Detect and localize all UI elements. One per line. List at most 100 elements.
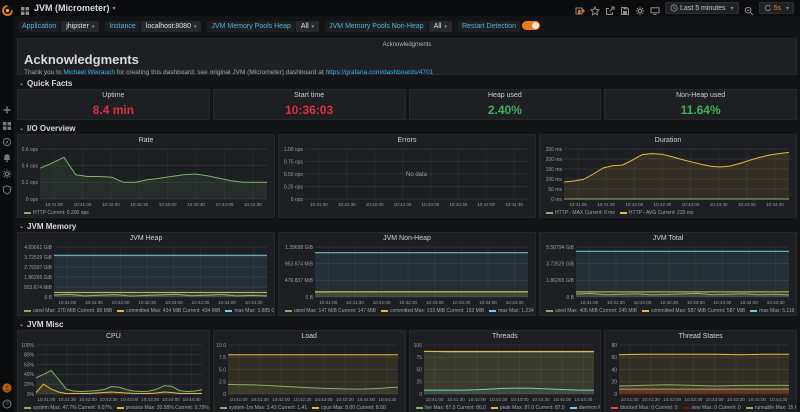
legend-item[interactable]: used Max: 147 MiB Current: 147 MiB (285, 308, 376, 314)
panel-title[interactable]: Uptime (18, 90, 209, 101)
share-icon[interactable] (605, 3, 615, 13)
svg-text:10:41:30: 10:41:30 (642, 397, 660, 402)
svg-text:10:43:30: 10:43:30 (452, 300, 470, 305)
panel-title[interactable]: Heap used (410, 90, 601, 101)
page-title[interactable]: JVM (Micrometer) (34, 3, 110, 13)
thread-states-chart[interactable]: 02040608010:41:0010:41:3010:42:0010:42:3… (605, 342, 796, 403)
legend-item[interactable]: HTTP - MAX Current: 0 ms (546, 210, 615, 216)
panel-title[interactable]: Thread States (605, 331, 796, 342)
load-chart[interactable]: 02.55.07.510.010:41:0010:41:3010:42:0010… (214, 342, 405, 403)
jvm-heap-chart[interactable]: 0 B953.674 MiB1.86265 GiB2.79397 GiB3.72… (18, 244, 274, 306)
time-range-picker[interactable]: Last 5 minutes ▾ (665, 2, 739, 14)
legend-item[interactable]: HTTP Current: 0.200 ops (24, 210, 89, 216)
legend-item[interactable]: used Max: 270 MiB Current: 98 MiB (24, 308, 112, 314)
legend-item[interactable]: cpus Max: 8.00 Current: 8.00 (312, 405, 385, 411)
zoom-out-icon[interactable] (744, 3, 754, 13)
panel-title[interactable]: JVM Heap (18, 233, 274, 244)
panel-title[interactable]: Start time (214, 90, 405, 101)
variable-application-value: jhipster (66, 23, 89, 30)
legend-item[interactable]: daemon Max: 9.0 Current: 8.0 (570, 405, 601, 411)
legend-item[interactable]: HTTP - AVG Current: 233 ms (620, 210, 694, 216)
panel-title[interactable]: CPU (18, 331, 209, 342)
svg-text:10:41:30: 10:41:30 (251, 397, 269, 402)
star-icon[interactable] (590, 3, 600, 13)
cycle-view-tv-icon[interactable] (650, 3, 660, 13)
author-link[interactable]: Michael Weirauch (63, 69, 115, 76)
grafana-logo-icon[interactable] (2, 3, 13, 21)
legend-item[interactable]: committed Max: 153 MiB Current: 153 MiB (381, 308, 484, 314)
threads-chart[interactable]: 025507510010:41:0010:41:3010:42:0010:42:… (410, 342, 601, 403)
variable-application-dropdown[interactable]: jhipster▾ (61, 21, 99, 32)
row-header-quick-facts[interactable]: ⌄ Quick Facts (17, 78, 797, 89)
svg-text:0 ms: 0 ms (551, 197, 562, 203)
cpu-chart[interactable]: 0%20%40%60%80%100%10:41:0010:41:3010:42:… (18, 342, 209, 403)
panel-title[interactable]: JVM Total (540, 233, 796, 244)
legend-item[interactable]: system Max: 47.7% Current: 9.07% (24, 405, 112, 411)
row-header-jvm-memory[interactable]: ⌄ JVM Memory (17, 221, 797, 232)
panel-title[interactable]: Duration (540, 135, 796, 146)
panel-title[interactable]: Load (214, 331, 405, 342)
refresh-picker[interactable]: 5s ▾ (759, 2, 794, 14)
svg-text:10:41:30: 10:41:30 (74, 202, 92, 207)
svg-text:10:41:30: 10:41:30 (607, 300, 625, 305)
legend-item[interactable]: max Max: 5.119 GiB Current: 5.119 GiB (750, 308, 796, 314)
panel-title[interactable]: Threads (410, 331, 601, 342)
explore-icon[interactable] (2, 134, 12, 144)
svg-text:80: 80 (612, 343, 618, 349)
alerting-bell-icon[interactable] (2, 150, 12, 160)
legend-item[interactable]: new Max: 0 Current: 0 (683, 405, 741, 411)
row-header-jvm-misc[interactable]: ⌄ JVM Misc (17, 319, 797, 330)
chevron-down-icon: ▾ (92, 24, 95, 30)
legend-item[interactable]: max Max: 3.885 GiB Current: 3.885 GiB (225, 308, 274, 314)
panel-title[interactable]: JVM Non-Heap (279, 233, 535, 244)
save-icon[interactable] (620, 3, 630, 13)
row-quick-facts: Uptime 8.4 min Start time 10:36:03 Heap … (17, 89, 797, 120)
jvm-total-chart[interactable]: 0 B1.86265 GiB3.72529 GiB5.58794 GiB10:4… (540, 244, 796, 306)
create-plus-icon[interactable] (2, 102, 12, 112)
svg-text:10:42:30: 10:42:30 (394, 202, 412, 207)
duration-chart[interactable]: 0 ms50 ms100 ms150 ms200 ms250 ms10:41:0… (540, 146, 796, 208)
legend-item[interactable]: committed Max: 434 MiB Current: 434 MiB (117, 308, 220, 314)
dashboards-icon[interactable] (2, 118, 12, 128)
svg-text:10:42:00: 10:42:00 (112, 300, 130, 305)
svg-text:100%: 100% (21, 343, 34, 349)
ack-text-middle: for creating this dashboard: see origina… (115, 69, 326, 76)
panel-title[interactable]: Errors (279, 135, 535, 146)
legend-swatch (24, 407, 31, 409)
navbar-actions: Last 5 minutes ▾ 5s ▾ (575, 2, 794, 14)
errors-chart[interactable]: 0 ops0.25 ops0.50 ops0.75 ops1.00 ops10:… (279, 146, 535, 208)
help-icon[interactable]: ? (2, 396, 12, 406)
row-header-io-overview[interactable]: ⌄ I/O Overview (17, 123, 797, 134)
chevron-down-icon: ⌄ (19, 321, 24, 328)
title-caret-icon[interactable]: ▾ (113, 5, 116, 12)
legend-item[interactable]: live Max: 87.0 Current: 86.0 (416, 405, 486, 411)
configuration-gear-icon[interactable] (2, 166, 12, 176)
user-avatar[interactable] (2, 380, 12, 390)
add-panel-icon[interactable] (575, 3, 585, 13)
legend-item[interactable]: blocked Max: 0 Current: 0 (611, 405, 677, 411)
svg-text:0 ops: 0 ops (26, 197, 39, 203)
legend-item[interactable]: system-1m Max: 3.43 Current: 1.41 (220, 405, 307, 411)
legend-item[interactable]: peak Max: 87.0 Current: 87.0 (491, 405, 565, 411)
dashboard-source-link[interactable]: https://grafana.com/dashboards/4701 (326, 69, 434, 76)
legend-item[interactable]: runnable Max: 15 Current: 14 (746, 405, 796, 411)
jvm-nonheap-chart[interactable]: 0 B476.837 MiB953.674 MiB1.39698 GiB10:4… (279, 244, 535, 306)
legend-item[interactable]: max Max: 1.234 GiB Current: 1.234 GiB (489, 308, 535, 314)
dashboard-grid-icon[interactable] (20, 3, 30, 13)
settings-gear-icon[interactable] (635, 3, 645, 13)
variable-nonheap-pools-dropdown[interactable]: All▾ (429, 21, 452, 32)
panel-title[interactable]: Rate (18, 135, 274, 146)
panel-title[interactable]: Acknowledgments (24, 40, 790, 51)
legend-item[interactable]: committed Max: 587 MiB Current: 587 MiB (642, 308, 745, 314)
panel-title[interactable]: Non-Heap used (605, 90, 796, 101)
rate-chart[interactable]: 0 ops0.2 ops0.4 ops0.6 ops10:41:0010:41:… (18, 146, 274, 208)
variable-heap-pools-dropdown[interactable]: All▾ (296, 21, 319, 32)
server-admin-shield-icon[interactable] (2, 182, 12, 192)
legend-item[interactable]: process Max: 20.58% Current: 0.79% (117, 405, 209, 411)
svg-text:0.75 ops: 0.75 ops (284, 159, 304, 165)
legend-item[interactable]: used Max: 405 MiB Current: 245 MiB (546, 308, 637, 314)
restart-detection-toggle[interactable] (522, 21, 540, 30)
variable-instance-dropdown[interactable]: localhost:8080▾ (141, 21, 202, 32)
refresh-caret-icon: ▾ (786, 5, 789, 12)
panel-rate: Rate 0 ops0.2 ops0.4 ops0.6 ops10:41:001… (17, 134, 275, 218)
